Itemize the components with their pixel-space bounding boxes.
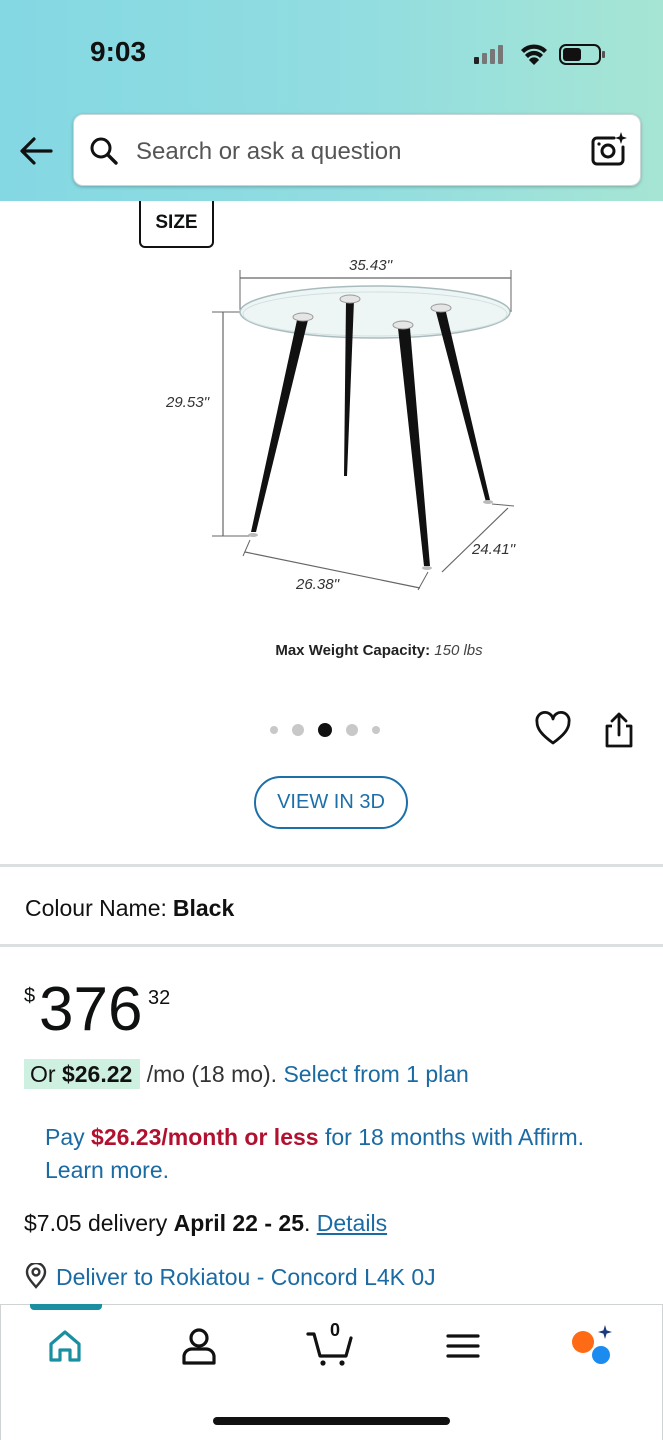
wifi-icon xyxy=(521,44,547,65)
dimension-height-label: 29.53'' xyxy=(166,394,210,411)
delivery-sep: . xyxy=(303,1210,317,1236)
delivery-info: $7.05 delivery April 22 - 25. Details xyxy=(24,1210,387,1237)
dimension-depth-label: 24.41'' xyxy=(472,541,516,558)
assistant-icon[interactable] xyxy=(568,1322,616,1370)
affirm-offer[interactable]: Pay $26.23/month or less for 18 months w… xyxy=(45,1121,605,1187)
location-pin-icon xyxy=(25,1263,47,1289)
signal-icon xyxy=(474,45,503,64)
deliver-to-link[interactable]: Deliver to Rokiatou - Concord L4K 0J xyxy=(24,1263,436,1291)
account-icon[interactable] xyxy=(175,1322,223,1370)
home-indicator xyxy=(213,1417,450,1425)
delivery-cost: $7.05 delivery xyxy=(24,1210,174,1236)
colour-value: Black xyxy=(172,895,235,921)
status-time: 9:03 xyxy=(90,36,147,67)
back-arrow-icon[interactable] xyxy=(16,130,58,172)
carousel-dot[interactable] xyxy=(346,724,358,736)
status-icons xyxy=(474,44,605,65)
carousel-dots[interactable] xyxy=(270,722,380,738)
section-divider xyxy=(0,944,663,947)
cart-button[interactable]: 0 xyxy=(306,1320,354,1370)
affirm-pre: Pay xyxy=(45,1124,92,1150)
dimension-bottom-label: 26.38'' xyxy=(296,576,340,593)
view-in-3d-button[interactable]: VIEW IN 3D xyxy=(254,776,408,829)
select-plan-link[interactable]: Select from 1 plan xyxy=(283,1061,468,1087)
search-icon xyxy=(90,137,118,165)
colour-label: Colour Name: xyxy=(25,895,167,921)
battery-icon xyxy=(559,44,605,65)
carousel-dot-active[interactable] xyxy=(318,723,332,737)
carousel-dot[interactable] xyxy=(270,726,278,734)
max-weight-value: 150 lbs xyxy=(434,642,483,659)
section-divider xyxy=(0,864,663,867)
delivery-details-link[interactable]: Details xyxy=(317,1210,387,1236)
nav-active-indicator xyxy=(30,1304,102,1310)
menu-icon[interactable] xyxy=(439,1322,487,1370)
price-fraction: 32 xyxy=(148,987,171,1009)
search-bar[interactable]: Search or ask a question xyxy=(73,114,641,186)
max-weight-caption: Max Weight Capacity: 150 lbs xyxy=(0,642,663,659)
carousel-dot[interactable] xyxy=(292,724,304,736)
max-weight-label: Max Weight Capacity: xyxy=(275,642,431,659)
monthly-payment-row: Or $26.22 /mo (18 mo). Select from 1 pla… xyxy=(24,1059,469,1089)
search-input[interactable]: Search or ask a question xyxy=(136,138,402,166)
product-image-table[interactable] xyxy=(0,201,663,671)
colour-name-row[interactable]: Colour Name: Black xyxy=(25,895,234,922)
cart-count: 0 xyxy=(329,1320,340,1340)
camera-sparkle-icon[interactable] xyxy=(588,130,628,170)
price-whole: 376 xyxy=(39,975,143,1044)
share-icon[interactable] xyxy=(600,710,638,750)
affirm-amount: $26.23/month or less xyxy=(91,1124,319,1150)
monthly-highlight: Or $26.22 xyxy=(24,1059,141,1089)
dimension-width-label: 35.43'' xyxy=(349,257,393,274)
heart-icon[interactable] xyxy=(534,710,572,748)
home-icon[interactable] xyxy=(41,1322,89,1370)
delivery-dates: April 22 - 25 xyxy=(173,1210,304,1236)
monthly-amount: $26.22 xyxy=(61,1061,133,1087)
size-tag: SIZE xyxy=(139,201,214,248)
deliver-to-text: Deliver to Rokiatou - Concord L4K 0J xyxy=(56,1264,436,1290)
price-symbol: $ xyxy=(24,985,36,1007)
monthly-or: Or xyxy=(30,1061,56,1087)
carousel-dot[interactable] xyxy=(372,726,380,734)
monthly-suffix: /mo (18 mo). xyxy=(140,1061,284,1087)
